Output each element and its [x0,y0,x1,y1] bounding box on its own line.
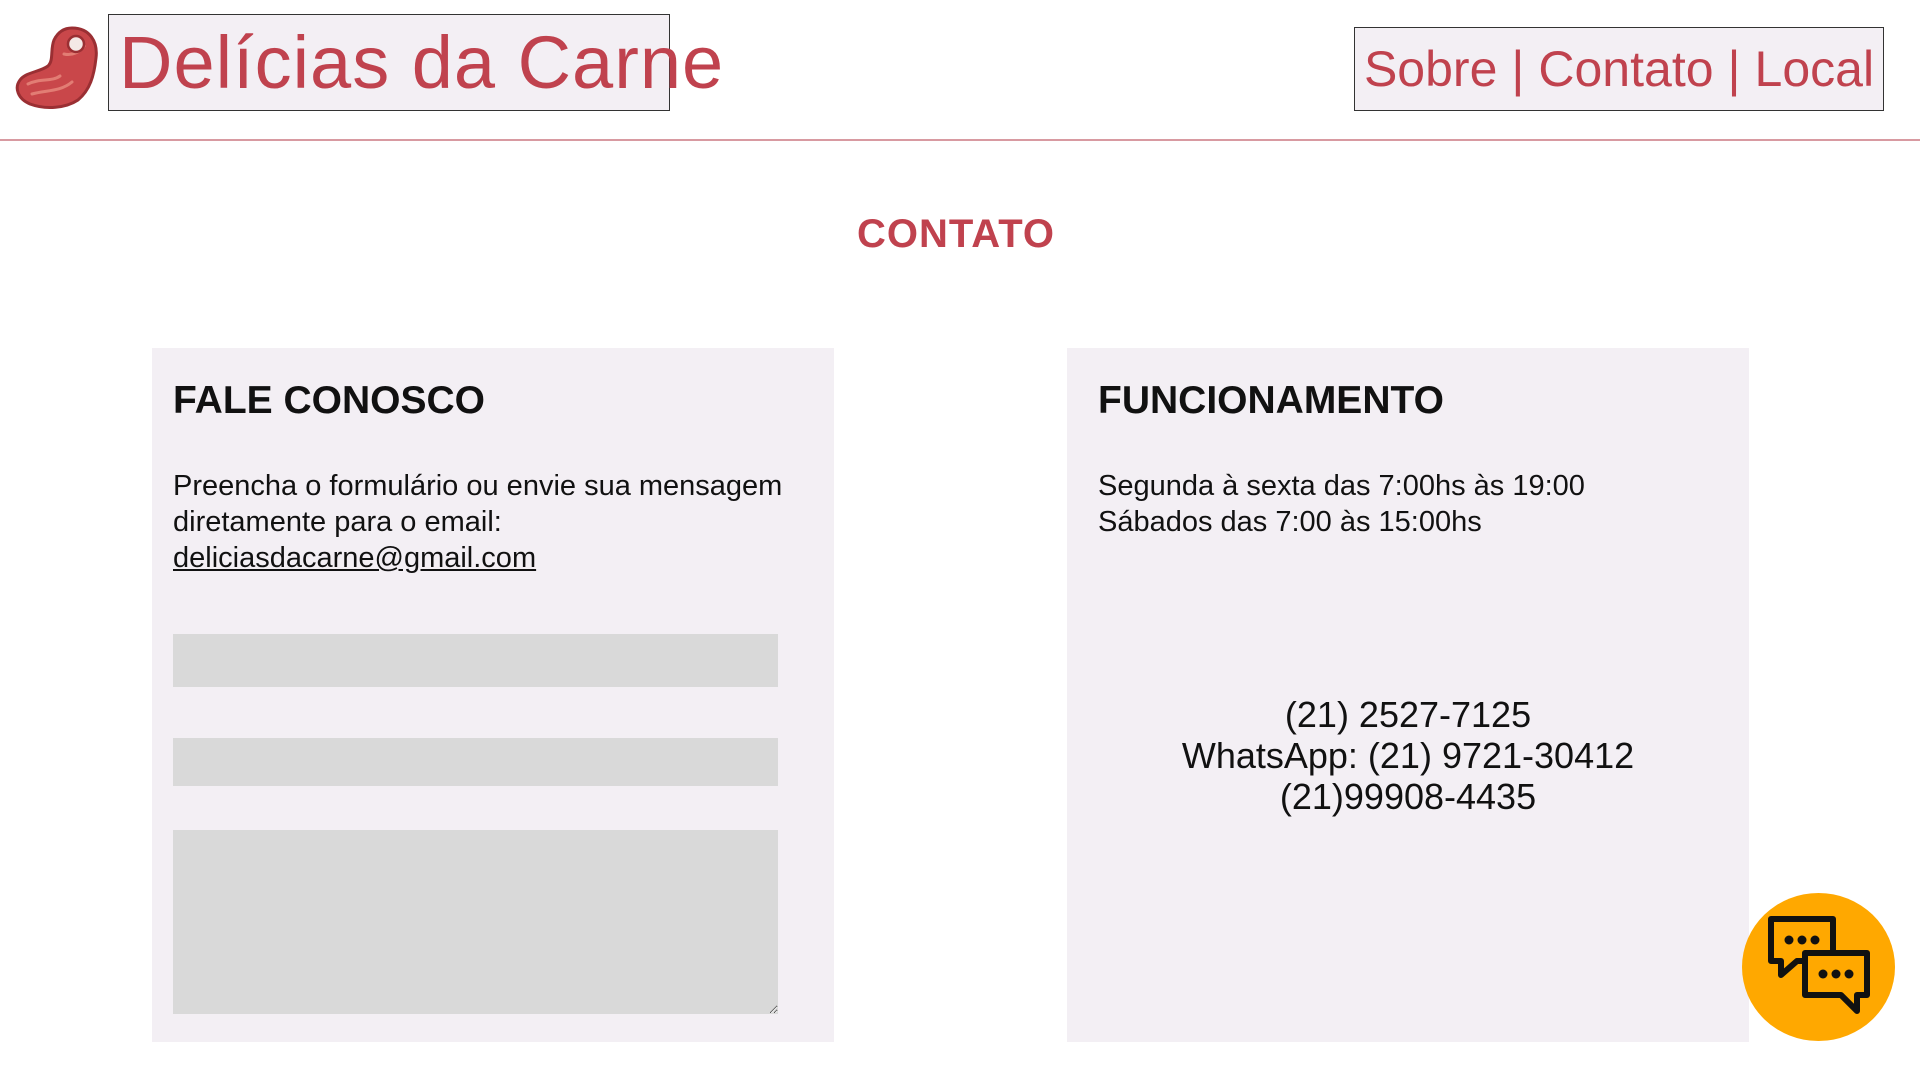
nav-link-local[interactable]: Local [1755,44,1875,94]
nav-link-sobre[interactable]: Sobre [1364,44,1497,94]
chat-bubbles-icon [1767,916,1870,1014]
whatsapp-number: WhatsApp: (21) 9721-30412 [1181,735,1635,776]
chat-button[interactable] [1742,893,1895,1041]
phone-list: (21) 2527-7125 WhatsApp: (21) 9721-30412… [1067,694,1749,817]
main-nav: Sobre | Contato | Local [1354,27,1884,111]
page-title: CONTATO [856,212,1056,256]
header-divider [0,139,1920,141]
brand-title: Delícias da Carne [119,20,725,104]
name-input[interactable] [173,634,778,687]
hours-card-heading: FUNCIONAMENTO [1098,379,1444,422]
contact-card-text: Preencha o formulário ou envie sua mensa… [173,468,813,576]
nav-separator: | [1727,41,1741,97]
email-input[interactable] [173,738,778,786]
weekday-hours: Segunda à sexta das 7:00hs às 19:00 [1098,470,1585,502]
brand-logo-box[interactable]: Delícias da Carne [108,14,723,111]
saturday-hours: Sábados das 7:00 às 15:00hs [1098,506,1482,538]
nav-link-contato[interactable]: Contato [1538,44,1713,94]
contact-instructions: Preencha o formulário ou envie sua mensa… [173,470,783,538]
phone-number: (21)99908-4435 [1279,776,1537,817]
hours-card: FUNCIONAMENTO Segunda à sexta das 7:00hs… [1067,348,1749,1042]
message-textarea[interactable] [173,830,778,1014]
contact-card-heading: FALE CONOSCO [173,379,486,422]
email-link[interactable]: deliciasdacarne@gmail.com [173,542,536,574]
meat-steak-icon [14,24,100,110]
contact-card: FALE CONOSCO Preencha o formulário ou en… [152,348,834,1042]
nav-separator: | [1511,41,1525,97]
phone-number: (21) 2527-7125 [1284,694,1532,735]
hours-text: Segunda à sexta das 7:00hs às 19:00 Sába… [1098,468,1738,540]
